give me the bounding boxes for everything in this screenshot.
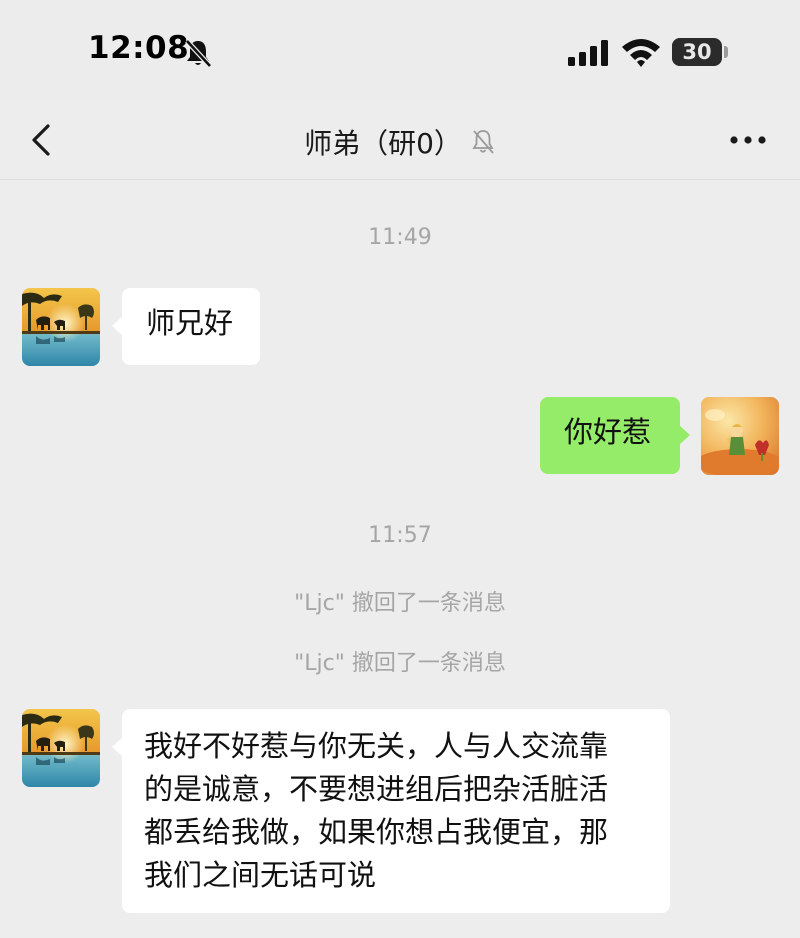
message-timestamp: 11:57 bbox=[368, 523, 432, 548]
battery-cap bbox=[724, 46, 728, 58]
contact-avatar[interactable] bbox=[22, 288, 100, 366]
chat-title-row: 师弟（研0） bbox=[0, 122, 800, 162]
chat-title: 师弟（研0） bbox=[304, 127, 462, 160]
my-avatar[interactable] bbox=[701, 397, 779, 475]
message-text: 你好惹 bbox=[564, 415, 652, 449]
wifi-icon bbox=[622, 39, 660, 67]
message-bubble-outgoing[interactable]: 你好惹 bbox=[540, 397, 690, 474]
message-timestamp: 11:49 bbox=[368, 225, 432, 250]
bell-muted-icon bbox=[472, 130, 494, 154]
message-line: 都丢给我做，如果你想占我便宜，那 bbox=[144, 815, 609, 849]
contact-avatar[interactable] bbox=[22, 709, 100, 787]
more-dots-icon[interactable] bbox=[725, 122, 771, 158]
message-bubble-incoming[interactable]: 师兄好 bbox=[112, 288, 260, 365]
little-prince-image bbox=[701, 397, 779, 475]
chat-header: 师弟（研0） bbox=[0, 100, 800, 180]
status-time: 12:08 bbox=[88, 30, 190, 66]
elephant-sunset-image bbox=[22, 709, 100, 787]
elephant-sunset-image bbox=[22, 288, 100, 366]
recall-notice: "Ljc" 撤回了一条消息 bbox=[294, 591, 506, 616]
message-text: 师兄好 bbox=[146, 306, 234, 340]
battery-level: 30 bbox=[682, 40, 712, 64]
message-line: 我好不好惹与你无关，人与人交流靠 bbox=[144, 729, 609, 763]
signal-icon bbox=[568, 40, 608, 66]
status-bar: 12:08 30 bbox=[0, 0, 800, 100]
message-bubble-incoming[interactable]: 我好不好惹与你无关，人与人交流靠 的是诚意，不要想进组后把杂活脏活 都丢给我做，… bbox=[112, 709, 670, 913]
battery-icon: 30 bbox=[672, 38, 722, 66]
bell-slash-icon bbox=[185, 39, 212, 68]
message-line: 我们之间无话可说 bbox=[144, 858, 377, 892]
message-line: 的是诚意，不要想进组后把杂活脏活 bbox=[144, 772, 609, 806]
recall-notice: "Ljc" 撤回了一条消息 bbox=[294, 651, 506, 676]
